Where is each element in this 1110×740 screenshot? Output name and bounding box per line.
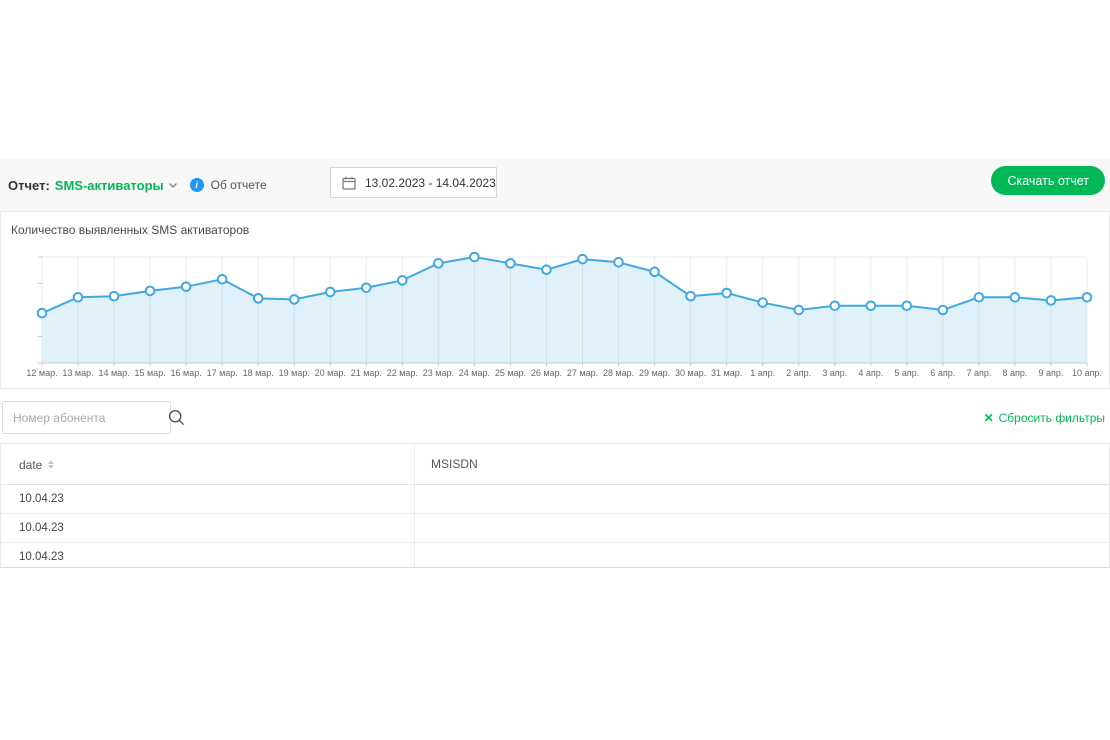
- x-axis-label: 24 мар.: [459, 368, 490, 378]
- x-axis-label: 3 апр.: [822, 368, 847, 378]
- x-axis-label: 10 апр.: [1072, 368, 1102, 378]
- report-selector[interactable]: Отчет: SMS-активаторы i Об отчете: [8, 178, 267, 193]
- x-axis-label: 7 апр.: [966, 368, 991, 378]
- date-cell: 10.04.23: [19, 485, 64, 514]
- x-axis-label: 8 апр.: [1002, 368, 1027, 378]
- sms-activators-chart: 12 мар. 13 мар. 14 мар. 15 мар. 16 мар. 17 ма…: [1, 249, 1109, 389]
- date-range-value: 13.02.2023 - 14.04.2023: [365, 176, 496, 190]
- x-axis-label: 13 мар.: [62, 368, 93, 378]
- x-axis-label: 20 мар.: [315, 368, 346, 378]
- table-header-row: date MSISDN: [1, 444, 1109, 485]
- x-axis-label: 5 апр.: [894, 368, 919, 378]
- x-axis-label: 31 мар.: [711, 368, 742, 378]
- x-axis-label: 14 мар.: [98, 368, 129, 378]
- info-icon[interactable]: i: [190, 178, 204, 192]
- x-axis-label: 27 мар.: [567, 368, 598, 378]
- close-icon: ✕: [984, 411, 994, 425]
- x-axis-label: 2 апр.: [786, 368, 811, 378]
- x-axis-label: 18 мар.: [243, 368, 274, 378]
- x-axis-label: 19 мар.: [279, 368, 310, 378]
- x-axis-label: 21 мар.: [351, 368, 382, 378]
- calendar-icon: [342, 176, 356, 190]
- chart-title: Количество выявленных SMS активаторов: [11, 223, 249, 237]
- column-header-msisdn: MSISDN: [431, 444, 478, 485]
- x-axis-label: 15 мар.: [134, 368, 165, 378]
- table-row[interactable]: 10.04.23: [1, 514, 1109, 543]
- subscriber-search-box[interactable]: [2, 401, 171, 434]
- chevron-down-icon[interactable]: [168, 182, 178, 189]
- table-row[interactable]: 10.04.23: [1, 543, 1109, 568]
- x-axis-label: 23 мар.: [423, 368, 454, 378]
- table-body: 10.04.23 10.04.23 10.04.23: [1, 485, 1109, 568]
- about-report-link[interactable]: Об отчете: [211, 178, 267, 192]
- date-range-picker[interactable]: 13.02.2023 - 14.04.2023: [330, 167, 497, 198]
- x-axis-label: 29 мар.: [639, 368, 670, 378]
- x-axis-label: 16 мар.: [171, 368, 202, 378]
- x-axis-label: 22 мар.: [387, 368, 418, 378]
- reset-filters-label: Сбросить фильтры: [999, 411, 1105, 425]
- x-axis-label: 17 мар.: [207, 368, 238, 378]
- page: Отчет: SMS-активаторы i Об отчете 13.02.…: [0, 0, 1110, 740]
- sort-icon[interactable]: [48, 460, 54, 469]
- search-icon[interactable]: [168, 409, 185, 426]
- reset-filters-link[interactable]: ✕ Сбросить фильтры: [984, 411, 1105, 425]
- report-toolbar: Отчет: SMS-активаторы i Об отчете 13.02.…: [0, 159, 1110, 211]
- download-report-button[interactable]: Скачать отчет: [991, 166, 1105, 195]
- x-axis-label: 30 мар.: [675, 368, 706, 378]
- x-axis-label: 12 мар.: [26, 368, 57, 378]
- search-input[interactable]: [3, 411, 168, 425]
- x-axis-label: 28 мар.: [603, 368, 634, 378]
- results-table: date MSISDN 10.04.23 10.04.23 10.04.23: [0, 443, 1110, 568]
- x-axis-label: 4 апр.: [858, 368, 883, 378]
- x-axis-label: 9 апр.: [1039, 368, 1064, 378]
- date-cell: 10.04.23: [19, 514, 64, 543]
- x-axis-label: 25 мар.: [495, 368, 526, 378]
- report-name-dropdown[interactable]: SMS-активаторы: [55, 178, 164, 193]
- report-label: Отчет:: [8, 178, 50, 193]
- x-axis-label: 6 апр.: [930, 368, 955, 378]
- x-axis-label: 1 апр.: [750, 368, 775, 378]
- table-row[interactable]: 10.04.23: [1, 485, 1109, 514]
- date-cell: 10.04.23: [19, 543, 64, 568]
- x-axis-label: 26 мар.: [531, 368, 562, 378]
- column-header-date[interactable]: date: [19, 444, 54, 485]
- chart-card: Количество выявленных SMS активаторов 12…: [0, 211, 1110, 389]
